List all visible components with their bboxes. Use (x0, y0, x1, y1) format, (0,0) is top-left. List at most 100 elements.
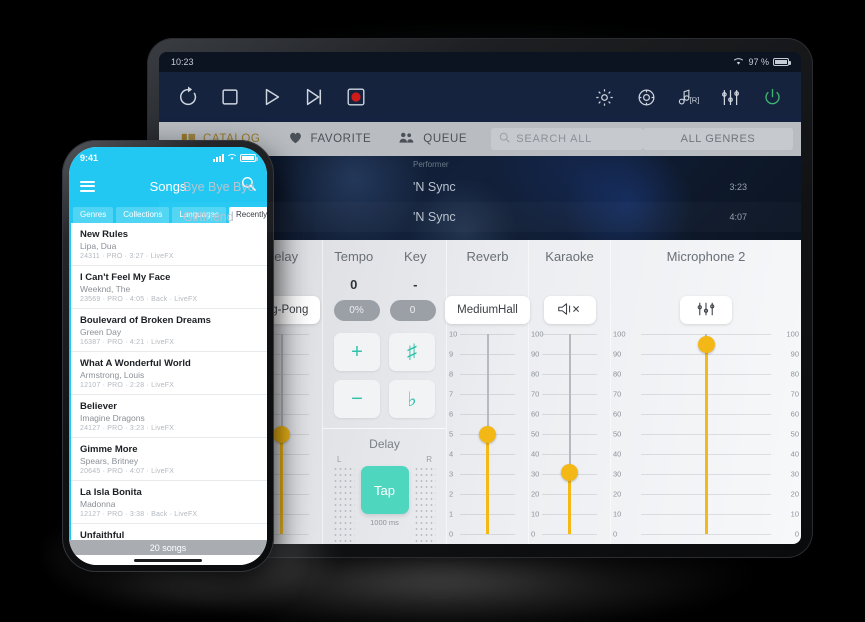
key-flat-button[interactable]: ♭ (389, 380, 435, 418)
scale-label: 9 (449, 349, 454, 359)
scale-label: 5 (449, 429, 454, 439)
search-input[interactable]: SEARCH ALL (491, 128, 643, 150)
scale-label: 100 (786, 329, 799, 339)
list-item[interactable]: What A Wonderful World Armstrong, Louis … (71, 352, 267, 395)
list-item[interactable]: Believer Imagine Dragons 24127 · PRO · 3… (71, 395, 267, 438)
scale-label: 80 (790, 369, 799, 379)
scale-label: 50 (531, 429, 540, 439)
speaker-mute-icon (557, 302, 583, 319)
scale-label: 90 (531, 349, 540, 359)
song-meta: 23569 · PRO · 4:05 · Back · LiveFX (80, 296, 198, 303)
delay-fill (280, 434, 283, 534)
song-count-label: 20 songs (149, 542, 187, 553)
hamburger-icon[interactable] (80, 180, 95, 192)
scale-label: 40 (531, 449, 540, 459)
delay-time-value: 1000 ms (370, 518, 399, 527)
table-row[interactable]: Girlfriend 'N Sync 4:07 (159, 202, 801, 232)
heart-icon (288, 131, 303, 147)
tempo-percent-button[interactable]: 0% (333, 300, 380, 321)
scale-tick (541, 534, 598, 535)
sliders-icon[interactable] (717, 84, 743, 110)
row-performer: 'N Sync (413, 210, 456, 224)
tempo-value: 0 (350, 277, 358, 292)
sliders-icon (695, 301, 717, 320)
karaoke-slider[interactable]: 100 90 80 70 60 50 40 30 20 10 0 (529, 330, 610, 539)
reverb-knob[interactable] (479, 425, 496, 443)
list-item[interactable]: Unfaithful Rihanna (71, 524, 267, 540)
speaker-ring-icon[interactable] (633, 84, 659, 110)
scale-label: 10 (449, 329, 458, 339)
microphone-2-knob[interactable] (697, 335, 715, 353)
tab-favorite[interactable]: FAVORITE (274, 122, 385, 156)
restart-icon[interactable] (175, 84, 201, 110)
delay-tap-panel: Delay L R Tap 1000 ms (323, 428, 446, 544)
reverb-fill (486, 434, 489, 534)
signal-bars-icon (213, 154, 224, 162)
tempo-up-button[interactable]: + (334, 333, 380, 371)
tab-genres[interactable]: Genres (73, 207, 114, 223)
phone-status-bar: 9:41 (69, 147, 267, 169)
song-artist: Lipa, Dua (80, 241, 117, 251)
list-item[interactable]: Boulevard of Broken Dreams Green Day 163… (71, 309, 267, 352)
key-sharp-button[interactable]: ♯ (389, 333, 435, 371)
music-note-r-icon[interactable]: [R] (675, 84, 701, 110)
scale-label: 10 (531, 509, 540, 519)
reverb-slider[interactable]: 10 9 8 7 6 5 4 3 2 1 0 (447, 330, 528, 539)
battery-percent: 97 % (748, 57, 769, 67)
scale-label: 100 (531, 329, 544, 339)
stop-square-icon[interactable] (217, 84, 243, 110)
reverb-preset-button[interactable]: MediumHall (445, 296, 530, 324)
delay-knob[interactable] (273, 425, 290, 443)
genre-filter-dropdown[interactable]: ALL GENRES (643, 128, 793, 150)
tablet-clock: 10:23 (171, 57, 194, 67)
scale-label: 60 (531, 409, 540, 419)
power-icon[interactable] (759, 84, 785, 110)
gear-icon[interactable] (591, 84, 617, 110)
flat-icon: ♭ (407, 388, 417, 411)
screenshot-root: 10:23 97 % [R] CATALOG FAVORITE QUEUE SE… (0, 0, 865, 622)
song-title: La Isla Bonita (80, 487, 142, 498)
delay-left-label: L (337, 455, 342, 464)
channel-label-tempo: Tempo (334, 249, 374, 264)
list-item[interactable]: I Can't Feel My Face Weeknd, The 23569 ·… (71, 266, 267, 309)
record-dot-icon[interactable] (343, 84, 369, 110)
mixer-channel-karaoke: Karaoke 100 90 80 70 60 50 40 30 20 10 0 (529, 240, 611, 544)
scale-label: 20 (790, 489, 799, 499)
tempo-percent-label: 0% (349, 305, 364, 316)
skip-next-icon[interactable] (301, 84, 327, 110)
song-artist: Armstrong, Louis (80, 370, 145, 380)
key-semitone-button[interactable]: 0 (389, 300, 436, 321)
karaoke-knob[interactable] (561, 463, 578, 481)
phone-song-list[interactable]: New Rules Lipa, Dua 24311 · PRO · 3:27 ·… (69, 223, 267, 540)
sharp-icon: ♯ (407, 340, 417, 363)
song-title: Gimme More (80, 444, 138, 455)
svg-text:[R]: [R] (690, 95, 699, 104)
wifi-icon (227, 153, 237, 163)
scale-label: 30 (790, 469, 799, 479)
list-item[interactable]: Gimme More Spears, Britney 20645 · PRO ·… (71, 438, 267, 481)
genre-filter-label: ALL GENRES (680, 133, 756, 145)
microphone-2-slider[interactable]: 100 90 80 70 60 50 40 30 20 10 0 100 90 80 70 60 50 40 30… (611, 330, 801, 539)
song-artist: Imagine Dragons (80, 413, 145, 423)
table-row[interactable]: Bye Bye Bye 'N Sync 3:23 (159, 172, 801, 202)
delay-right-label: R (426, 455, 432, 464)
mixer-tempo-key-section: Tempo Key 0 - 0% 0 + ♯ − ♭ Delay L R Tap… (323, 240, 447, 544)
tab-queue[interactable]: QUEUE (385, 122, 481, 156)
play-triangle-icon[interactable] (259, 84, 285, 110)
battery-icon (773, 58, 791, 66)
channel-label-key: Key (404, 249, 427, 264)
channel-label-reverb: Reverb (466, 249, 509, 264)
tempo-down-button[interactable]: − (334, 380, 380, 418)
tab-queue-label: QUEUE (423, 133, 468, 145)
search-placeholder: SEARCH ALL (516, 133, 593, 145)
karaoke-mute-button[interactable] (543, 296, 596, 324)
scale-label: 6 (449, 409, 454, 419)
scale-label: 70 (531, 389, 540, 399)
scale-label: 90 (790, 349, 799, 359)
scale-label: 10 (790, 509, 799, 519)
tap-tempo-button[interactable]: Tap (360, 466, 409, 514)
microphone-eq-button[interactable] (680, 296, 732, 324)
list-item[interactable]: La Isla Bonita Madonna 12127 · PRO · 3:3… (71, 481, 267, 524)
scale-tick (641, 534, 771, 535)
delay-meter-left (333, 466, 355, 544)
